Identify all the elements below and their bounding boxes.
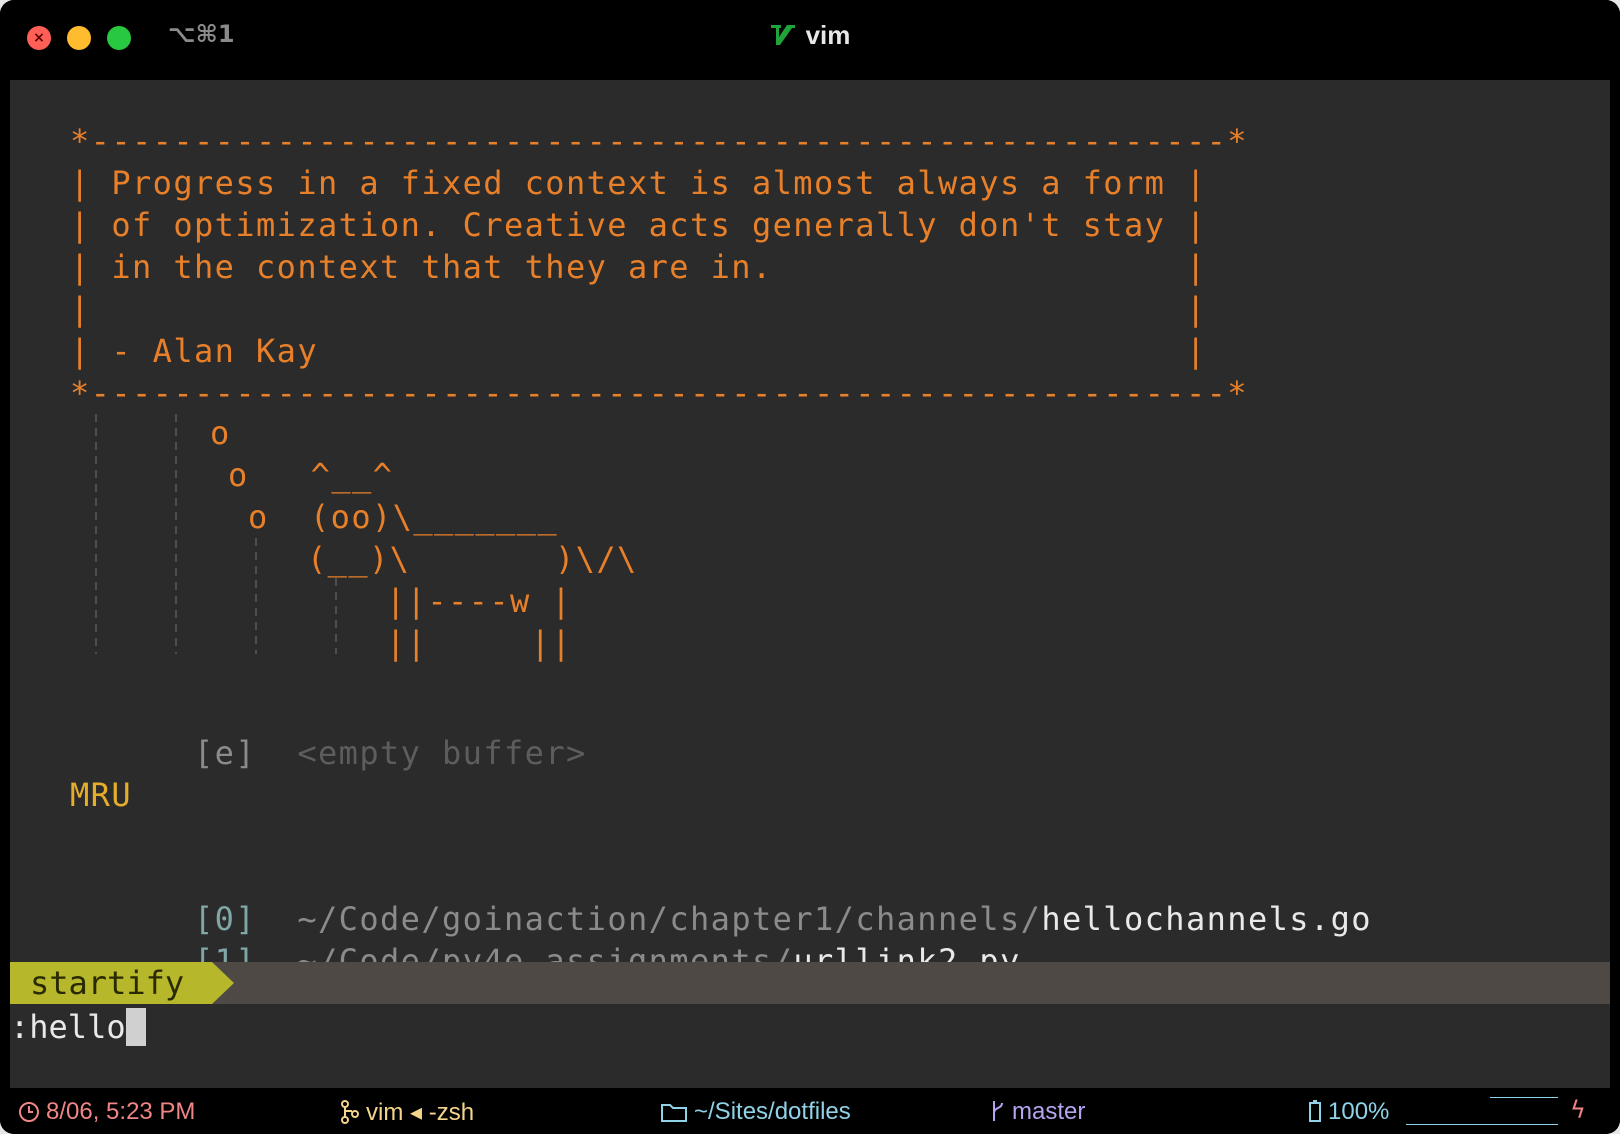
clock-icon bbox=[19, 1102, 39, 1122]
vim-buffer[interactable]: *---------------------------------------… bbox=[10, 80, 1610, 1088]
quote-line: | of optimization. Creative acts general… bbox=[70, 206, 1207, 244]
battery-icon bbox=[1309, 1100, 1321, 1122]
cow-line: || || bbox=[386, 624, 572, 662]
battery-bar bbox=[1406, 1124, 1558, 1125]
quote-border-top: *---------------------------------------… bbox=[70, 122, 1248, 160]
quote-line: | Progress in a fixed context is almost … bbox=[70, 164, 1207, 202]
battery-text: 100% bbox=[1328, 1098, 1390, 1125]
command-text: :hello bbox=[10, 1008, 126, 1046]
directory-text: ~/Sites/dotfiles bbox=[694, 1098, 851, 1125]
quote-author: | - Alan Kay | bbox=[70, 332, 1207, 370]
title-bar[interactable]: × ⌥⌘1 vim bbox=[0, 0, 1620, 80]
process-text: vim ◂ -zsh bbox=[366, 1099, 475, 1126]
battery-status: 100% bbox=[1308, 1098, 1389, 1126]
tmux-status-bar: 8/06, 5:23 PM vim ◂ -zsh ~/Sites/dotfile… bbox=[0, 1088, 1620, 1134]
entry-label: <empty buffer> bbox=[297, 734, 587, 772]
mru-file: hellochannels.go bbox=[1041, 900, 1372, 938]
quote-line: | | bbox=[70, 290, 1207, 328]
time-text: 8/06, 5:23 PM bbox=[46, 1098, 196, 1125]
charging-icon: ϟ bbox=[1570, 1096, 1586, 1124]
command-line[interactable]: :hello bbox=[10, 1006, 146, 1048]
cow-line: ||----w | bbox=[386, 582, 572, 620]
cow-line: o bbox=[210, 414, 231, 452]
process-tree-icon bbox=[341, 1100, 359, 1124]
time-status: 8/06, 5:23 PM bbox=[18, 1098, 195, 1126]
git-branch-icon bbox=[993, 1101, 1003, 1121]
folder-icon bbox=[661, 1104, 687, 1122]
cow-line: o ^__^ bbox=[228, 456, 394, 494]
process-status: vim ◂ -zsh bbox=[340, 1098, 474, 1127]
mode-indicator: startify bbox=[10, 962, 212, 1004]
cow-line: (__)\ )\/\ bbox=[307, 540, 638, 578]
quote-line: | in the context that they are in. | bbox=[70, 248, 1207, 286]
quote-border-bottom: *---------------------------------------… bbox=[70, 374, 1248, 412]
empty-buffer-entry[interactable]: [e] <empty buffer> bbox=[70, 690, 587, 816]
mru-header: MRU bbox=[70, 776, 132, 814]
battery-bar-top bbox=[1490, 1097, 1558, 1098]
mru-item[interactable]: [1] ~/Code/py4e_assignments/urllink2.py bbox=[70, 898, 1021, 1024]
text-cursor bbox=[125, 1008, 146, 1046]
branch-text: master bbox=[1012, 1098, 1086, 1125]
mode-separator bbox=[212, 962, 234, 1004]
window-title: vim bbox=[0, 20, 1620, 51]
terminal-window: × ⌥⌘1 vim *-----------------------------… bbox=[0, 0, 1620, 1134]
vim-icon bbox=[770, 25, 795, 45]
cow-line: o (oo)\_______ bbox=[248, 498, 558, 536]
vim-statusline: startify bbox=[10, 962, 1610, 1004]
git-branch-status: master bbox=[990, 1098, 1085, 1126]
directory-status: ~/Sites/dotfiles bbox=[660, 1098, 851, 1126]
window-title-text: vim bbox=[805, 20, 851, 50]
entry-key: [e] bbox=[194, 734, 256, 772]
